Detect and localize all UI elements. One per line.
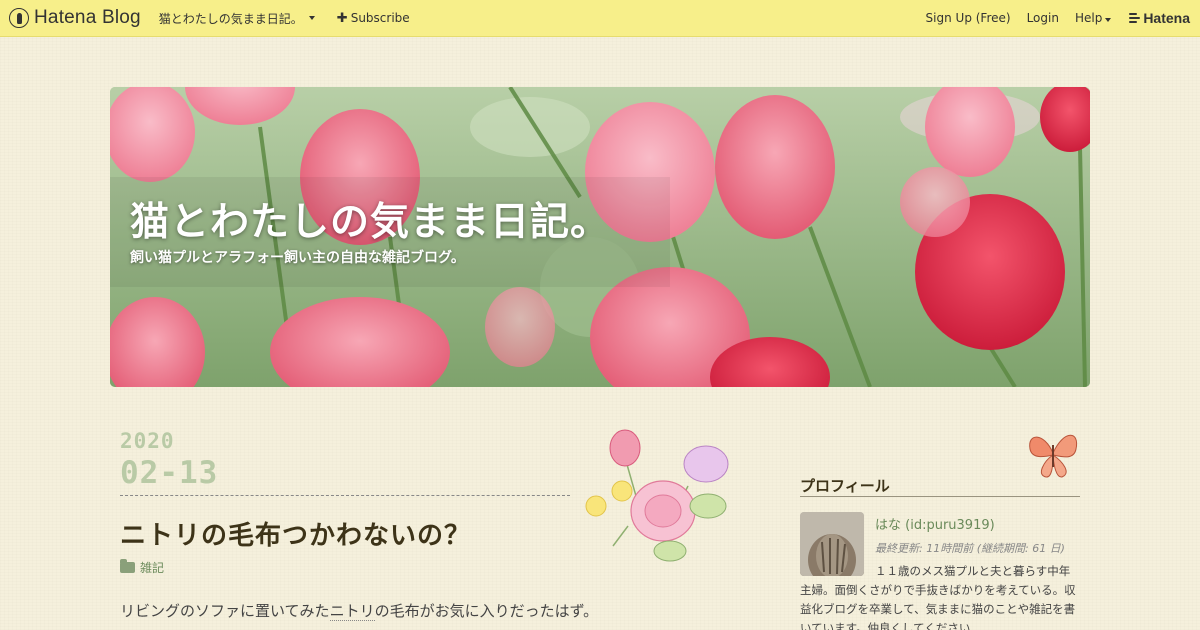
profile-divider <box>800 496 1080 497</box>
entry-date-month-day[interactable]: 02-13 <box>120 455 218 491</box>
global-header: Hatena Blog 猫とわたしの気まま日記。 ✚ Subscribe Sig… <box>0 0 1200 37</box>
signup-link[interactable]: Sign Up (Free) <box>926 11 1011 25</box>
blog-description: 飼い猫プルとアラフォー飼い主の自由な雑記ブログ。 <box>130 250 465 266</box>
help-menu[interactable]: Help <box>1074 11 1112 25</box>
flower-illustration <box>585 429 729 562</box>
subscribe-label: Subscribe <box>350 11 410 25</box>
category-label: 雑記 <box>140 561 165 575</box>
subscribe-button[interactable]: ✚ Subscribe <box>337 11 410 26</box>
brand-label: Hatena Blog <box>34 7 141 28</box>
entry-text-start: リビングのソファに置いてみた <box>120 602 330 620</box>
hatena-logo[interactable]: Hatena <box>1129 10 1190 26</box>
profile-name-link[interactable]: はな (id:puru3919) <box>875 514 995 533</box>
blog-name-label: 猫とわたしの気まま日記。 <box>158 11 303 26</box>
plus-icon: ✚ <box>336 10 348 26</box>
chevron-down-icon <box>1105 18 1112 22</box>
login-link[interactable]: Login <box>1027 11 1059 25</box>
butterfly-illustration <box>1029 434 1078 478</box>
entry-date-year[interactable]: 2020 <box>120 429 175 453</box>
entry-text-end: の毛布がお気に入りだったはず。 <box>374 602 599 620</box>
profile-heading: プロフィール <box>800 477 890 495</box>
blog-title[interactable]: 猫とわたしの気まま日記。 <box>130 191 610 247</box>
entry-title[interactable]: ニトリの毛布つかわないの？ <box>120 515 471 552</box>
help-label: Help <box>1074 11 1103 25</box>
hatena-blog-logo[interactable]: Hatena Blog <box>9 7 141 29</box>
hatena-blog-icon <box>9 8 29 28</box>
blog-header-banner[interactable]: 猫とわたしの気まま日記。 飼い猫プルとアラフォー飼い主の自由な雑記ブログ。 <box>110 87 1090 387</box>
chevron-down-icon <box>308 16 315 20</box>
profile-last-updated: 最終更新: 11時間前 (継続期間: 61 日) <box>875 542 1065 555</box>
entry-category[interactable]: 雑記 <box>120 559 164 576</box>
hatena-label: Hatena <box>1143 10 1190 26</box>
keyword-link[interactable]: ニトリ <box>329 602 375 621</box>
profile-bio: １１歳のメス猫プルと夫と暮らす中年主婦。面倒くさがりで手抜きばかりを考えている。… <box>800 564 1076 630</box>
folder-icon <box>120 559 135 573</box>
header-right-menu: Sign Up (Free) Login Help Hatena <box>910 10 1190 26</box>
blog-name-menu[interactable]: 猫とわたしの気まま日記。 <box>159 10 315 27</box>
hatena-menu-icon <box>1129 12 1141 24</box>
entry-body: リビングのソファに置いてみたニトリの毛布がお気に入りだったはず。 <box>120 600 598 621</box>
date-divider <box>120 495 570 496</box>
